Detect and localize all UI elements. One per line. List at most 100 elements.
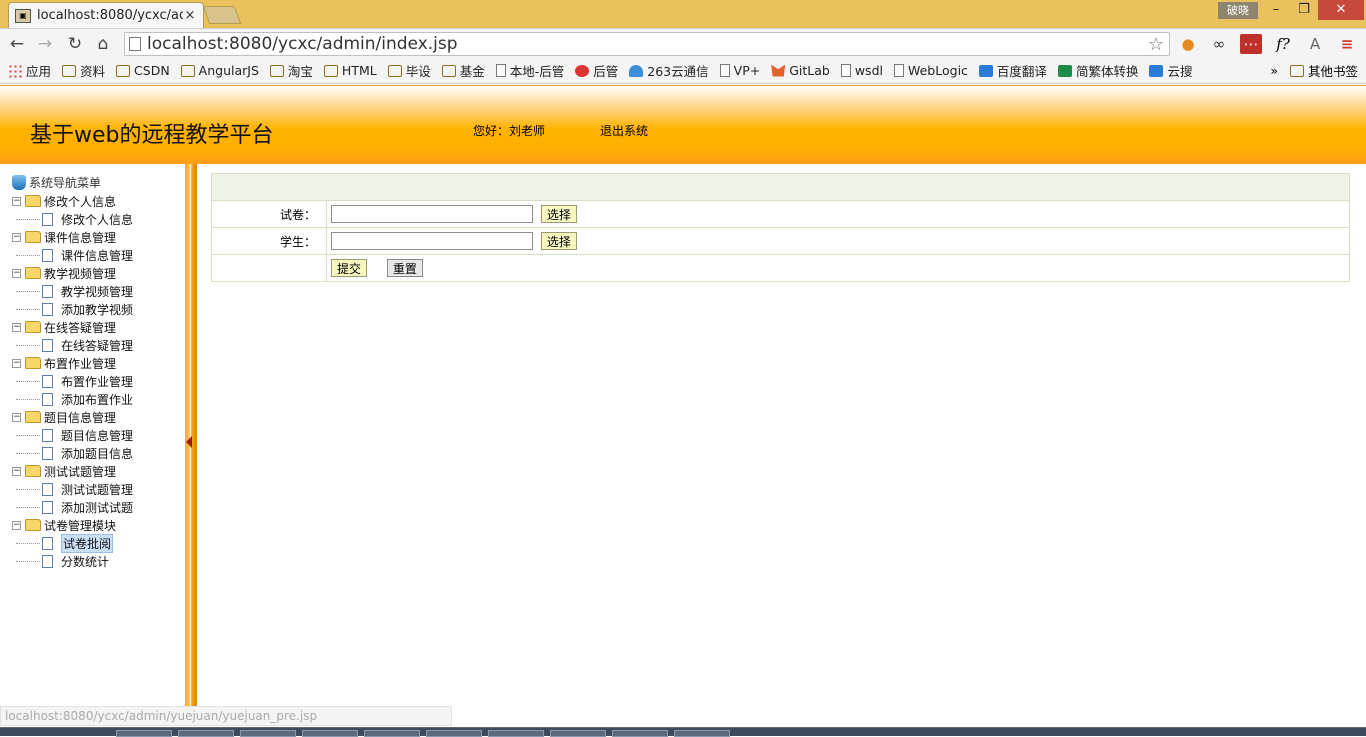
bookmark-item[interactable]: wsdl (840, 63, 883, 78)
collapse-toggle-icon[interactable]: − (12, 466, 21, 476)
address-bar[interactable]: localhost:8080/ycxc/admin/index.jsp ☆ (124, 32, 1170, 56)
collapse-toggle-icon[interactable]: − (12, 520, 21, 530)
tree-leaf-label: 测试试题管理 (61, 482, 134, 497)
extension-infinity-icon[interactable]: ∞ (1208, 34, 1230, 54)
tree-group[interactable]: − 测试试题管理 (12, 462, 133, 480)
collapse-arrow-icon[interactable] (186, 436, 192, 448)
folder-icon (180, 64, 195, 77)
reload-icon[interactable]: ↻ (64, 33, 86, 55)
collapse-toggle-icon[interactable]: − (12, 196, 21, 206)
extension-fx-icon[interactable]: f? (1272, 34, 1294, 54)
collapse-toggle-icon[interactable]: − (12, 268, 21, 278)
bookmark-item[interactable]: 应用 (8, 61, 51, 80)
blue-icon (1149, 64, 1164, 77)
new-tab-button[interactable] (202, 6, 242, 24)
menu-icon[interactable]: ≡ (1336, 34, 1358, 54)
bookmark-item[interactable]: 简繁体转换 (1057, 61, 1138, 80)
window-close-button[interactable]: ✕ (1318, 0, 1364, 20)
minimize-button[interactable]: – (1262, 0, 1290, 20)
actions-label (211, 254, 327, 282)
tree-leaf[interactable]: 教学视频管理 (12, 282, 133, 300)
paper-input[interactable] (331, 205, 533, 223)
bookmark-item[interactable]: WebLogic (893, 63, 968, 78)
bookmark-label: 后管 (593, 64, 619, 79)
logout-link[interactable]: 退出系统 (600, 122, 648, 139)
tab-close-icon[interactable]: × (183, 8, 197, 23)
collapse-toggle-icon[interactable]: − (12, 322, 21, 332)
site-header: 基于web的远程教学平台 您好：刘老师 退出系统 (0, 85, 1366, 164)
tree-leaf[interactable]: 添加测试试题 (12, 498, 133, 516)
tree-leaf[interactable]: 题目信息管理 (12, 426, 133, 444)
back-icon[interactable]: ← (6, 33, 28, 55)
tree-group-label: 试卷管理模块 (44, 518, 117, 533)
tree-group[interactable]: − 试卷管理模块 (12, 516, 133, 534)
other-bookmarks[interactable]: 其他书签 (1308, 61, 1358, 80)
tree-leaf-label: 题目信息管理 (61, 428, 134, 443)
browser-titlebar: ▣ localhost:8080/ycxc/adm × 破晓 – ❐ ✕ (0, 0, 1366, 28)
tree-leaf[interactable]: 布置作业管理 (12, 372, 133, 390)
tree-leaf[interactable]: 分数统计 (12, 552, 133, 570)
site-title: 基于web的远程教学平台 (30, 123, 274, 148)
bookmark-label: 应用 (26, 64, 52, 79)
document-icon (42, 428, 53, 442)
bookmark-item[interactable]: 毕设 (387, 61, 431, 80)
tree-leaf[interactable]: 在线答疑管理 (12, 336, 133, 354)
maximize-button[interactable]: ❐ (1290, 0, 1318, 20)
bookmark-item[interactable]: VP+ (719, 63, 760, 78)
student-select-button[interactable]: 选择 (540, 232, 577, 250)
bookmark-item[interactable]: 后管 (575, 61, 618, 80)
bookmark-item[interactable]: HTML (323, 63, 377, 78)
browser-tab[interactable]: ▣ localhost:8080/ycxc/adm × (8, 2, 204, 28)
browser-toolbar: ← → ↻ ⌂ localhost:8080/ycxc/admin/index.… (0, 28, 1366, 58)
tree-leaf[interactable]: 添加题目信息 (12, 444, 133, 462)
tree-group[interactable]: − 教学视频管理 (12, 264, 133, 282)
submit-button[interactable]: 提交 (331, 259, 368, 277)
student-input[interactable] (331, 232, 533, 250)
page-icon (495, 64, 506, 77)
extension-dots-icon[interactable]: ⋯ (1240, 34, 1262, 54)
bookmark-item[interactable]: GitLab (771, 63, 830, 78)
bookmark-label: 毕设 (405, 64, 431, 79)
bookmark-label: HTML (341, 63, 377, 78)
tree-leaf[interactable]: 修改个人信息 (12, 210, 133, 228)
sidebar-splitter[interactable] (185, 164, 197, 726)
tree-leaf[interactable]: 课件信息管理 (12, 246, 133, 264)
tree-leaf[interactable]: 测试试题管理 (12, 480, 133, 498)
collapse-toggle-icon[interactable]: − (12, 412, 21, 422)
bookmark-item[interactable]: 云搜 (1149, 61, 1192, 80)
tree-leaf[interactable]: 试卷批阅 (12, 533, 133, 553)
home-icon[interactable]: ⌂ (92, 33, 114, 55)
document-icon (42, 338, 53, 352)
paper-select-button[interactable]: 选择 (540, 205, 577, 223)
bookmark-item[interactable]: 资料 (62, 61, 105, 80)
collapse-toggle-icon[interactable]: − (12, 358, 21, 368)
bookmark-item[interactable]: 淘宝 (269, 61, 313, 80)
bookmark-item[interactable]: CSDN (116, 63, 170, 78)
tree-leaf-label: 课件信息管理 (61, 248, 134, 263)
folder-open-icon (25, 321, 41, 333)
bookmark-item[interactable]: 本地-后管 (495, 61, 564, 80)
folder-icon (269, 64, 284, 77)
bookmark-item[interactable]: 百度翻译 (978, 61, 1047, 80)
tree-group[interactable]: − 在线答疑管理 (12, 318, 133, 336)
extension-a-icon[interactable]: A (1304, 34, 1326, 54)
bookmark-label: 百度翻译 (996, 64, 1047, 79)
tree-leaf[interactable]: 添加教学视频 (12, 300, 133, 318)
tree-group[interactable]: − 布置作业管理 (12, 354, 133, 372)
folder-open-icon (25, 195, 41, 207)
collapse-toggle-icon[interactable]: − (12, 232, 21, 242)
folder-open-icon (25, 411, 41, 423)
reset-button[interactable]: 重置 (386, 259, 423, 277)
tree-leaf[interactable]: 添加布置作业 (12, 390, 133, 408)
profile-badge[interactable]: 破晓 (1218, 2, 1258, 19)
tree-group[interactable]: − 课件信息管理 (12, 228, 133, 246)
bookmark-item[interactable]: 基金 (441, 61, 485, 80)
tree-group[interactable]: − 题目信息管理 (12, 408, 133, 426)
bookmarks-more-icon[interactable]: » (1270, 63, 1278, 78)
tree-group[interactable]: − 修改个人信息 (12, 192, 133, 210)
forward-icon[interactable]: → (34, 33, 56, 55)
extension-fire-icon[interactable]: ● (1177, 34, 1199, 54)
bookmark-star-icon[interactable]: ☆ (1143, 34, 1169, 55)
bookmark-item[interactable]: 263云通信 (629, 61, 709, 80)
bookmark-item[interactable]: AngularJS (180, 63, 259, 78)
